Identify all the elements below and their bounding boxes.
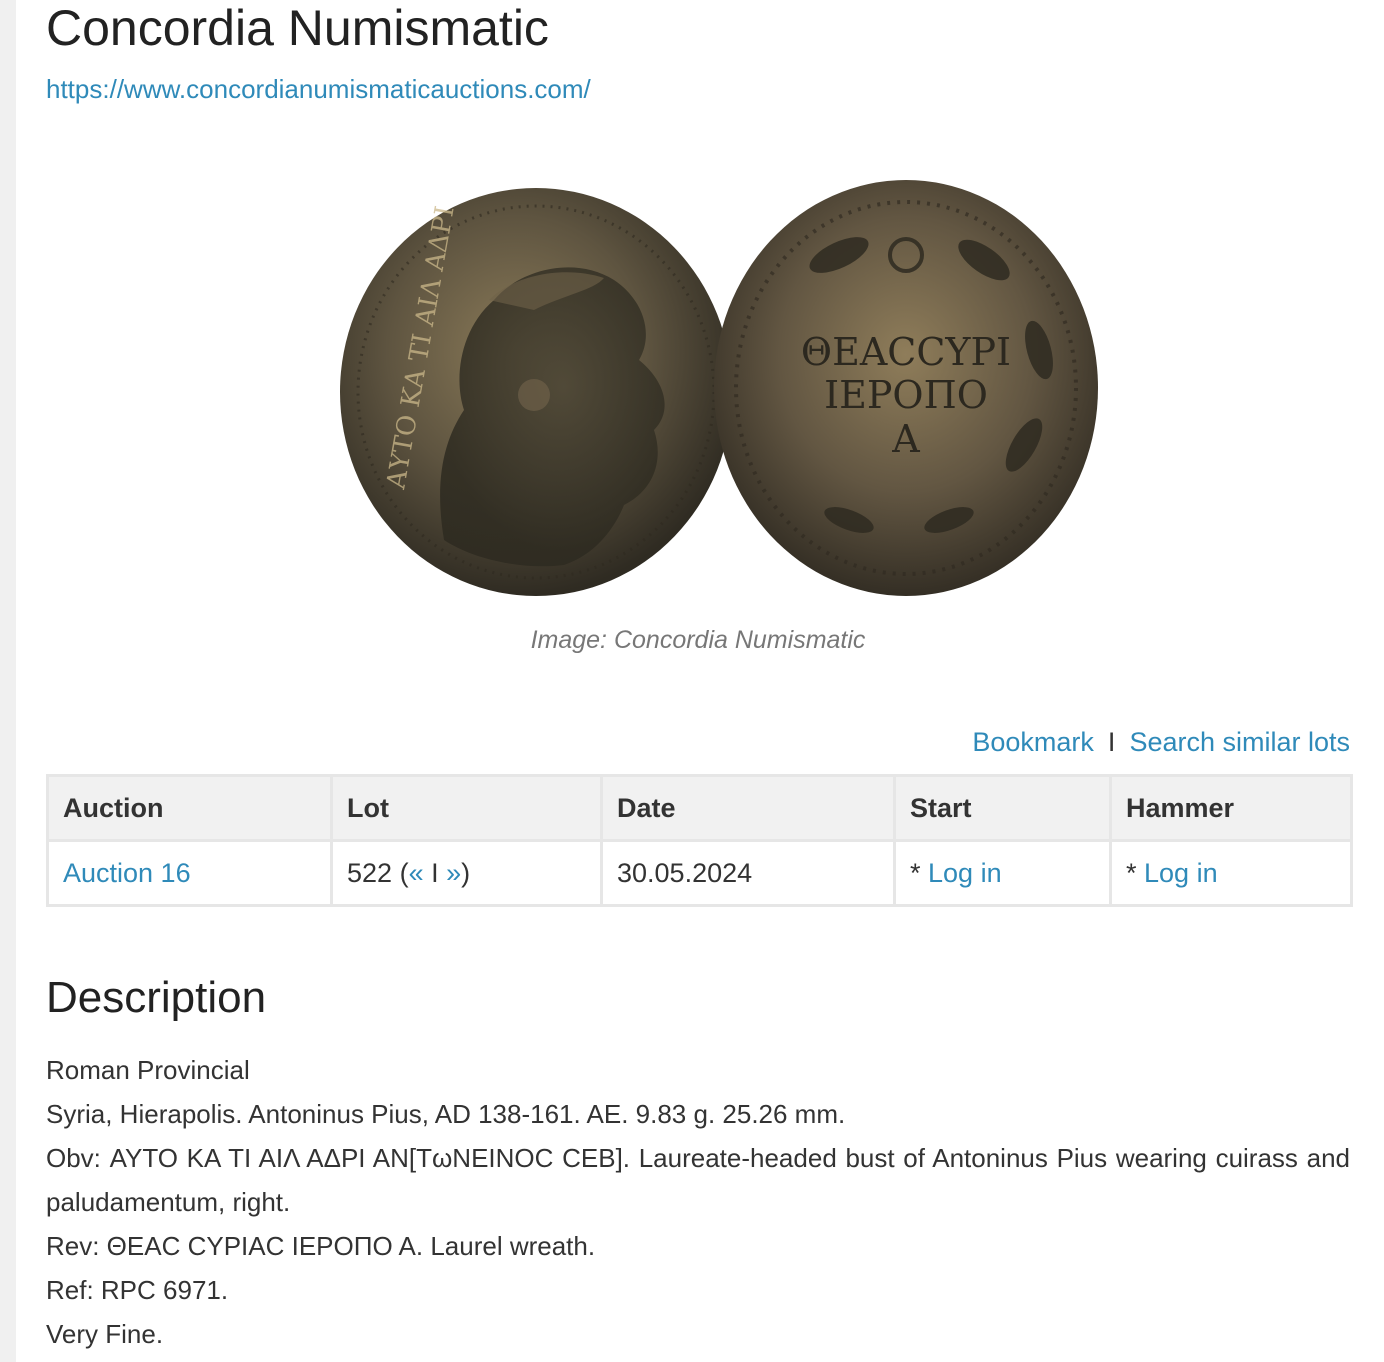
cell-lot: 522 (« I ») <box>330 839 603 907</box>
header-lot: Lot <box>330 774 603 842</box>
hammer-login-link[interactable]: Log in <box>1144 858 1218 888</box>
description-line: Obv: ΑΥΤΟ ΚΑ ΤΙ ΑΙΛ ΑΔΡΙ ΑΝ[ΤωΝΕΙΝΟC CΕΒ… <box>46 1143 1350 1217</box>
cell-date: 30.05.2024 <box>600 839 896 907</box>
description-line: Very Fine. <box>46 1319 164 1349</box>
cell-start: * Log in <box>893 839 1112 907</box>
coin-image[interactable]: ΑΥΤΟ ΚΑ ΤΙ ΑΙΛ ΑΔΡΙ ΘΕΑCCΥΡΙ ΙΕΡΟΠΟ Α <box>294 160 1114 620</box>
image-caption: Image: Concordia Numismatic <box>530 626 866 654</box>
hammer-prefix: * <box>1126 857 1145 888</box>
description-line: Ref: RPC 6971. <box>46 1275 229 1305</box>
obverse-ear <box>518 379 550 411</box>
reverse-legend-line-2: ΙΕΡΟΠΟ <box>824 373 988 417</box>
page: Concordia Numismatic https://www.concord… <box>16 0 1384 1362</box>
header-start: Start <box>893 774 1112 842</box>
lot-table-header-row: Auction Lot Date Start Hammer <box>46 774 1353 842</box>
obverse-coin: ΑΥΤΟ ΚΑ ΤΙ ΑΙΛ ΑΔΡΙ <box>340 188 732 596</box>
lot-table: Auction Lot Date Start Hammer Auction 16… <box>46 774 1353 907</box>
reverse-legend-line-1: ΘΕΑCCΥΡΙ <box>801 330 1011 374</box>
previous-lot-link[interactable]: « <box>409 858 424 888</box>
header-date: Date <box>600 774 896 842</box>
description-heading: Description <box>46 973 267 1022</box>
header-auction: Auction <box>46 774 333 842</box>
description-line: Rev: ΘΕΑC CΥΡΙΑC ΙΕΡΟΠΟ Α. Laurel wreath… <box>46 1231 596 1261</box>
lot-number: 522 <box>347 857 393 888</box>
lot-actions: Bookmark I Search similar lots <box>972 724 1350 760</box>
header-hammer: Hammer <box>1109 774 1353 842</box>
bookmark-link[interactable]: Bookmark <box>972 727 1094 757</box>
actions-separator: I <box>1107 727 1116 757</box>
lot-nav-separator: I <box>423 857 447 888</box>
reverse-legend-line-3: Α <box>891 417 920 461</box>
search-similar-lots-link[interactable]: Search similar lots <box>1129 727 1350 757</box>
description-line: Roman Provincial <box>46 1055 250 1085</box>
auction-link[interactable]: Auction 16 <box>63 858 191 888</box>
auction-house-title: Concordia Numismatic <box>46 0 549 56</box>
next-lot-link[interactable]: » <box>446 858 461 888</box>
description-line: Syria, Hierapolis. Antoninus Pius, AD 13… <box>46 1099 846 1129</box>
auction-house-url-link[interactable]: https://www.concordianumismaticauctions.… <box>46 72 591 106</box>
start-login-link[interactable]: Log in <box>928 858 1002 888</box>
cell-hammer: * Log in <box>1109 839 1353 907</box>
lot-open-paren: ( <box>392 857 409 888</box>
table-row: Auction 16 522 (« I ») 30.05.2024 * Log … <box>46 839 1353 907</box>
reverse-coin: ΘΕΑCCΥΡΙ ΙΕΡΟΠΟ Α <box>714 180 1098 596</box>
description-body: Roman Provincial Syria, Hierapolis. Anto… <box>46 1048 1350 1356</box>
start-prefix: * <box>910 857 929 888</box>
cell-auction: Auction 16 <box>46 839 333 907</box>
lot-close-paren: ) <box>461 857 471 888</box>
